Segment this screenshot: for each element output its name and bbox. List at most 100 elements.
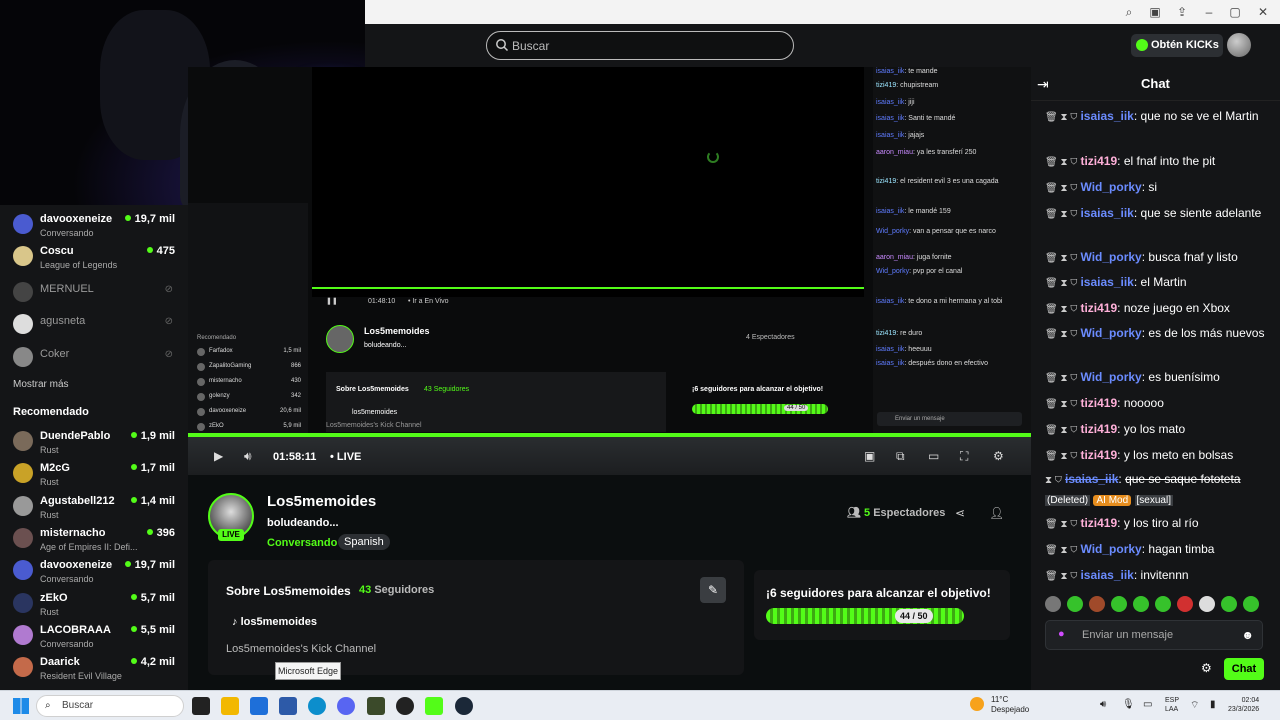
input-language[interactable]: ESP LAA: [1165, 696, 1179, 714]
chat-username[interactable]: tizi419: [1080, 301, 1117, 315]
maximize-icon[interactable]: ▢: [1226, 3, 1244, 21]
chat-username[interactable]: isaias_iik: [1080, 206, 1133, 220]
chat-username[interactable]: Wid_porky: [1080, 326, 1141, 340]
emote-icon[interactable]: [1067, 596, 1083, 612]
theater-icon[interactable]: ▣: [864, 450, 878, 462]
emote-icon[interactable]: [1221, 596, 1237, 612]
sidebar-recommended-zeko[interactable]: zEkO Rust 5,7 mil: [13, 590, 183, 622]
stream-video[interactable]: Recomendado Farfadox 1,5 mil ZapalitoGamin…: [188, 67, 1031, 435]
play-icon[interactable]: ▶: [214, 450, 228, 462]
emote-icon[interactable]: [1243, 596, 1259, 612]
chat-username[interactable]: Wid_porky: [1080, 180, 1141, 194]
channel-category: Rust: [40, 607, 59, 617]
chat-input-placeholder: Enviar un mensaje: [1082, 629, 1174, 641]
chat-username[interactable]: tizi419: [1080, 396, 1117, 410]
taskbar-search[interactable]: ⌕ Buscar: [36, 695, 184, 717]
fullscreen-icon[interactable]: ⛶: [960, 450, 974, 462]
wifi-icon[interactable]: ⌔: [1190, 699, 1199, 712]
sidebar-followed-agusneta[interactable]: agusneta ⊘: [13, 311, 183, 343]
sidebar-followed-davooxeneize[interactable]: davooxeneize Conversando 19,7 mil: [13, 211, 183, 243]
chat-username[interactable]: isaias_iik: [1080, 275, 1133, 289]
nested-sidebar-item: misternacho 430: [197, 378, 305, 390]
collapse-chat-icon[interactable]: ⇥: [1037, 76, 1049, 93]
stream-category[interactable]: Conversando: [267, 537, 337, 549]
kick-icon[interactable]: [425, 697, 443, 715]
sidebar-recommended-daarick[interactable]: Daarick Resident Evil Village 4,2 mil: [13, 654, 183, 686]
network-icon[interactable]: ▭: [1143, 699, 1152, 710]
show-more-link[interactable]: Mostrar más: [13, 379, 69, 390]
chat-settings-icon[interactable]: ⚙: [1201, 661, 1212, 675]
clip-icon[interactable]: ⧉: [896, 450, 910, 462]
minecraft-icon[interactable]: [367, 697, 385, 715]
emote-icon[interactable]: [1089, 596, 1105, 612]
channel-name[interactable]: Los5memoides: [267, 493, 376, 510]
player-progress-bar[interactable]: [188, 434, 1031, 437]
chat-username[interactable]: isaias_iik: [1080, 109, 1133, 123]
chat-message-input[interactable]: ● Enviar un mensaje ☻: [1045, 620, 1263, 650]
discord-icon[interactable]: [337, 697, 355, 715]
search-input[interactable]: Buscar: [486, 31, 794, 60]
chat-username[interactable]: tizi419: [1080, 516, 1117, 530]
edit-pencil-icon[interactable]: ✎: [700, 577, 726, 603]
emote-icon[interactable]: [1155, 596, 1171, 612]
sidebar-recommended-davooxeneize[interactable]: davooxeneize Conversando 19,7 mil: [13, 557, 183, 589]
settings-gear-icon[interactable]: ⚙: [993, 450, 1007, 462]
steam-icon[interactable]: [455, 697, 473, 715]
chat-username[interactable]: isaias_iik: [1065, 472, 1118, 486]
file-explorer-icon[interactable]: [221, 697, 239, 715]
battery-icon[interactable]: ▮: [1210, 699, 1216, 710]
chat-username[interactable]: Wid_porky: [1080, 250, 1141, 264]
task-view-icon[interactable]: [192, 697, 210, 715]
sidebar-followed-mernuel[interactable]: MERNUEL ⊘: [13, 279, 183, 311]
emote-icon[interactable]: [1177, 596, 1193, 612]
badge-icons: 🗑 ⧗ ⛉: [1045, 425, 1078, 436]
emote-icon[interactable]: [1199, 596, 1215, 612]
tiktok-link[interactable]: ♪ los5memoides: [232, 616, 317, 628]
emote-icon[interactable]: [1133, 596, 1149, 612]
channel-name: Coker: [40, 348, 70, 360]
sidebar-recommended-agustabell212[interactable]: Agustabell212 Rust 1,4 mil: [13, 493, 183, 525]
chat-username[interactable]: isaias_iik: [1080, 568, 1133, 582]
share-icon[interactable]: ⋖: [955, 506, 965, 520]
emote-icon[interactable]: [1045, 596, 1061, 612]
windows-start-icon[interactable]: [13, 698, 29, 714]
chat-username[interactable]: tizi419: [1080, 422, 1117, 436]
obs-icon[interactable]: [396, 697, 414, 715]
sidebar-recommended-lacobraaa[interactable]: LACOBRAAA Conversando 5,5 mil: [13, 622, 183, 654]
language-tag[interactable]: Spanish: [338, 534, 390, 550]
emoji-icon[interactable]: ☻: [1241, 628, 1254, 642]
store-icon[interactable]: [279, 697, 297, 715]
volume-tray-icon[interactable]: 🔊︎: [1100, 699, 1106, 710]
sidebar-recommended-duendepablo[interactable]: DuendePablo Rust 1,9 mil: [13, 428, 183, 460]
close-icon[interactable]: ✕: [1254, 3, 1272, 21]
share-icon[interactable]: ⇪: [1173, 3, 1191, 21]
viewer-count: 5,5 mil: [131, 624, 175, 636]
taskbar-weather[interactable]: 11°C Despejado: [970, 695, 1029, 715]
app-icon[interactable]: ▣: [1146, 3, 1164, 21]
taskbar-clock[interactable]: 02:04 23/3/2026: [1228, 696, 1259, 714]
sidebar-followed-coscu[interactable]: Coscu League of Legends 475: [13, 243, 183, 275]
emote-icon[interactable]: [1111, 596, 1127, 612]
chat-username: tizi419: [876, 178, 897, 185]
volume-icon[interactable]: 🔊︎: [244, 450, 258, 462]
edge-icon[interactable]: [308, 697, 326, 715]
sidebar-followed-coker[interactable]: Coker ⊘: [13, 344, 183, 376]
chat-username: isaias_iik: [876, 360, 905, 367]
chat-send-button[interactable]: Chat: [1224, 658, 1264, 680]
get-kicks-button[interactable]: Obtén KICKs: [1131, 34, 1223, 57]
badge-icons: 🗑 ⧗ ⛉: [1045, 112, 1078, 123]
sidebar-recommended-m2cg[interactable]: M2cG Rust 1,7 mil: [13, 460, 183, 492]
zoom-icon[interactable]: ⌕: [1120, 3, 1138, 21]
chat-text: nooooo: [1123, 396, 1164, 410]
pip-icon[interactable]: ▭: [928, 450, 942, 462]
chat-username[interactable]: tizi419: [1080, 154, 1117, 168]
user-avatar[interactable]: [1227, 33, 1251, 57]
chat-username[interactable]: tizi419: [1080, 448, 1117, 462]
chat-username[interactable]: Wid_porky: [1080, 370, 1141, 384]
report-user-icon[interactable]: 👤︎: [989, 506, 1004, 520]
sidebar-recommended-misternacho[interactable]: misternacho Age of Empires II: Defi... 3…: [13, 525, 183, 557]
outlook-icon[interactable]: [250, 697, 268, 715]
minimize-icon[interactable]: –: [1200, 3, 1218, 21]
chat-username[interactable]: Wid_porky: [1080, 542, 1141, 556]
mic-tray-icon[interactable]: 🎙︎: [1122, 699, 1135, 710]
